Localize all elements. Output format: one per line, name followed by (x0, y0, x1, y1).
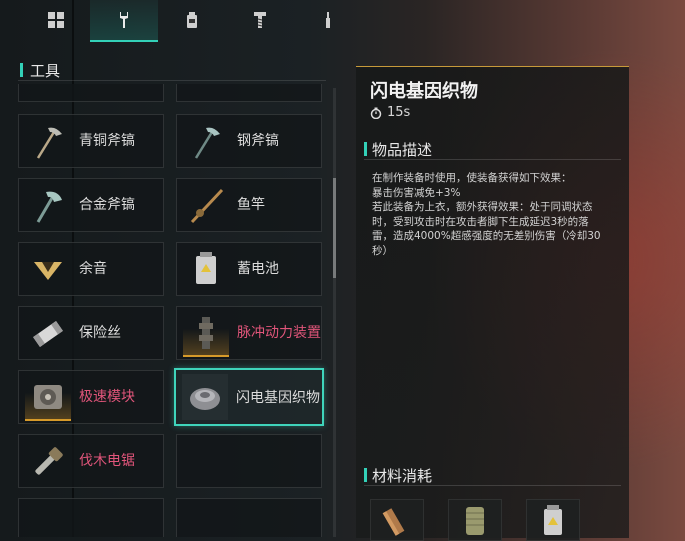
item-icon-slot (25, 119, 71, 165)
description-header-label: 物品描述 (372, 141, 433, 159)
item-icon-slot (183, 119, 229, 165)
fishing-rod-icon (190, 188, 224, 224)
item-label: 保险丝 (79, 325, 121, 341)
fuse-icon (33, 321, 63, 347)
item-label: 钢斧镐 (237, 133, 279, 149)
materials-header-label: 材料消耗 (372, 467, 433, 485)
category-tab-bar (0, 0, 360, 44)
materials-accent-bar (364, 468, 367, 482)
timer-icon (370, 107, 382, 119)
list-item-empty[interactable] (176, 434, 322, 488)
list-item[interactable]: 伐木电锯 (18, 434, 164, 488)
list-item-partial[interactable] (176, 84, 322, 102)
item-icon-slot (25, 183, 71, 229)
bronze-axe-pick-icon (36, 127, 62, 159)
list-item[interactable]: 蓄电池 (176, 242, 322, 296)
item-label: 伐木电锯 (79, 453, 135, 469)
description-line: 时，受到攻击时在攻击者脚下生成延迟3秒的落 (372, 215, 589, 228)
description-line: 若此装备为上衣，额外获得效果：处于同调状态 (372, 201, 593, 213)
echo-icon (34, 262, 62, 280)
item-description: 在制作装备时使用，使装备获得如下效果： 暴击伤害减免+3% 若此装备为上衣，额外… (372, 171, 622, 258)
tab-materials[interactable] (294, 0, 362, 40)
list-item-empty[interactable] (176, 498, 322, 537)
chainsaw-icon (35, 447, 63, 475)
list-item[interactable]: 钢斧镐 (176, 114, 322, 168)
detail-title: 闪电基因织物 (370, 81, 478, 102)
list-item[interactable]: 极速模块 (18, 370, 164, 424)
description-line: 秒） (372, 244, 393, 257)
list-item-empty[interactable] (18, 498, 164, 537)
section-accent-bar (20, 63, 23, 77)
item-icon-slot (25, 375, 71, 421)
alloy-axe-pick-icon (36, 191, 62, 223)
craft-time-value: 15s (387, 105, 411, 120)
list-item[interactable]: 鱼竿 (176, 178, 322, 232)
bottle-icon (187, 12, 197, 28)
copper-bar-icon (382, 508, 405, 536)
description-line: 在制作装备时使用，使装备获得如下效果： (372, 172, 572, 184)
item-label: 脉冲动力装置 (237, 325, 321, 341)
material-slot[interactable] (370, 499, 424, 541)
list-item[interactable]: 合金斧镐 (18, 178, 164, 232)
list-item-selected[interactable]: 闪电基因织物 (174, 368, 324, 426)
item-label: 合金斧镐 (79, 197, 135, 213)
material-slot[interactable] (448, 499, 502, 541)
list-item[interactable]: 脉冲动力装置 (176, 306, 322, 360)
list-item-partial[interactable] (18, 84, 164, 102)
item-detail-panel: 闪电基因织物 15s 物品描述 在制作装备时使用，使装备获得如下效果： 暴击伤害… (356, 66, 629, 541)
section-title: 工具 (30, 62, 61, 80)
description-accent-bar (364, 142, 367, 156)
list-scrollbar-thumb[interactable] (333, 178, 336, 278)
craft-time: 15s (370, 105, 410, 120)
item-icon-slot (25, 311, 71, 357)
material-slot[interactable] (526, 499, 580, 541)
pulse-device-icon (199, 317, 213, 349)
item-icon-slot (182, 374, 228, 420)
coil-icon (466, 507, 484, 535)
steel-axe-pick-icon (194, 127, 220, 159)
item-label: 鱼竿 (237, 197, 265, 213)
list-item[interactable]: 青铜斧镐 (18, 114, 164, 168)
item-label: 极速模块 (79, 389, 135, 405)
materials-header: 材料消耗 (364, 465, 621, 486)
item-label: 余音 (79, 261, 107, 277)
item-list[interactable]: 青铜斧镐 钢斧镐 合金斧镐 鱼竿 余音 蓄电池 保险丝 脉冲动力装置 极速模块 … (18, 84, 330, 537)
item-icon-slot (25, 247, 71, 293)
battery-icon (544, 505, 562, 535)
tab-parts[interactable] (226, 0, 294, 40)
lightning-fabric-icon (190, 388, 220, 410)
screw-icon (254, 12, 266, 28)
item-label: 闪电基因织物 (236, 390, 320, 406)
item-icon-slot (183, 311, 229, 357)
item-icon-slot (183, 247, 229, 293)
item-label: 青铜斧镐 (79, 133, 135, 149)
grid-icon (48, 12, 64, 28)
description-line: 雷，造成4000%超感强度的无差别伤害（冷却30 (372, 230, 601, 242)
description-header: 物品描述 (364, 139, 621, 160)
tab-consumables[interactable] (158, 0, 226, 40)
list-item[interactable]: 保险丝 (18, 306, 164, 360)
list-item[interactable]: 余音 (18, 242, 164, 296)
item-icon-slot (25, 439, 71, 485)
section-header: 工具 (18, 58, 326, 81)
description-line: 暴击伤害减免+3% (372, 186, 461, 199)
wrench-icon (120, 12, 128, 28)
speed-module-icon (34, 385, 62, 409)
tab-all[interactable] (22, 0, 90, 40)
materials-list (370, 499, 580, 541)
battery-icon (196, 252, 216, 284)
tab-tools[interactable] (90, 0, 158, 42)
item-icon-slot (183, 183, 229, 229)
list-scrollbar[interactable] (333, 88, 336, 537)
item-label: 蓄电池 (237, 261, 279, 277)
stick-icon (326, 12, 330, 28)
